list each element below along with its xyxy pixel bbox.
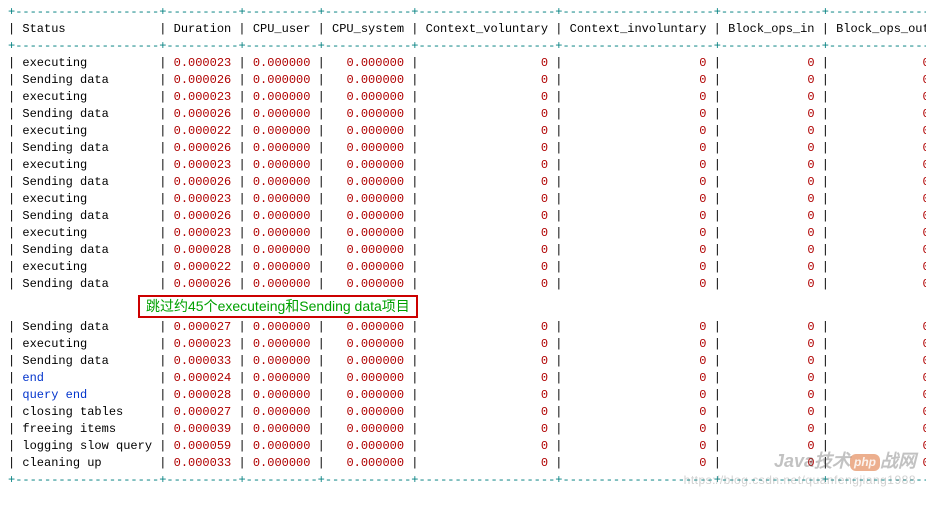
separator-line: +--------------------+----------+-------… (8, 472, 918, 489)
table-row: | Sending data| 0.000027 | 0.000000 | 0.… (8, 319, 918, 336)
table-row: | logging slow query| 0.000059 | 0.00000… (8, 438, 918, 455)
table-row: | Sending data| 0.000026 | 0.000000 | 0.… (8, 72, 918, 89)
table-row: | Sending data| 0.000033 | 0.000000 | 0.… (8, 353, 918, 370)
table-row: | executing| 0.000023 | 0.000000 | 0.000… (8, 89, 918, 106)
separator-line: +--------------------+----------+-------… (8, 4, 918, 21)
table-row: | Sending data| 0.000026 | 0.000000 | 0.… (8, 174, 918, 191)
table-row: | executing| 0.000023 | 0.000000 | 0.000… (8, 191, 918, 208)
skip-annotation: 跳过约45个executeing和Sending data项目 (138, 295, 418, 318)
table-row: | end| 0.000024 | 0.000000 | 0.000000 | … (8, 370, 918, 387)
table-row: | Sending data| 0.000026 | 0.000000 | 0.… (8, 208, 918, 225)
table-row: | executing| 0.000022 | 0.000000 | 0.000… (8, 259, 918, 276)
table-row: | closing tables| 0.000027 | 0.000000 | … (8, 404, 918, 421)
table-row: | executing| 0.000023 | 0.000000 | 0.000… (8, 55, 918, 72)
table-row: | Sending data| 0.000028 | 0.000000 | 0.… (8, 242, 918, 259)
table-row: | query end| 0.000028 | 0.000000 | 0.000… (8, 387, 918, 404)
table-header: | Status| Duration| CPU_user| CPU_system… (8, 21, 918, 38)
table-row: | cleaning up| 0.000033 | 0.000000 | 0.0… (8, 455, 918, 472)
separator-line: +--------------------+----------+-------… (8, 38, 918, 55)
table-row: | executing| 0.000023 | 0.000000 | 0.000… (8, 336, 918, 353)
table-row: | executing| 0.000023 | 0.000000 | 0.000… (8, 225, 918, 242)
table-row: | Sending data| 0.000026 | 0.000000 | 0.… (8, 106, 918, 123)
table-row: | freeing items| 0.000039 | 0.000000 | 0… (8, 421, 918, 438)
table-row: | executing| 0.000022 | 0.000000 | 0.000… (8, 123, 918, 140)
table-row: | Sending data| 0.000026 | 0.000000 | 0.… (8, 276, 918, 293)
table-row: | executing| 0.000023 | 0.000000 | 0.000… (8, 157, 918, 174)
table-row: | Sending data| 0.000026 | 0.000000 | 0.… (8, 140, 918, 157)
